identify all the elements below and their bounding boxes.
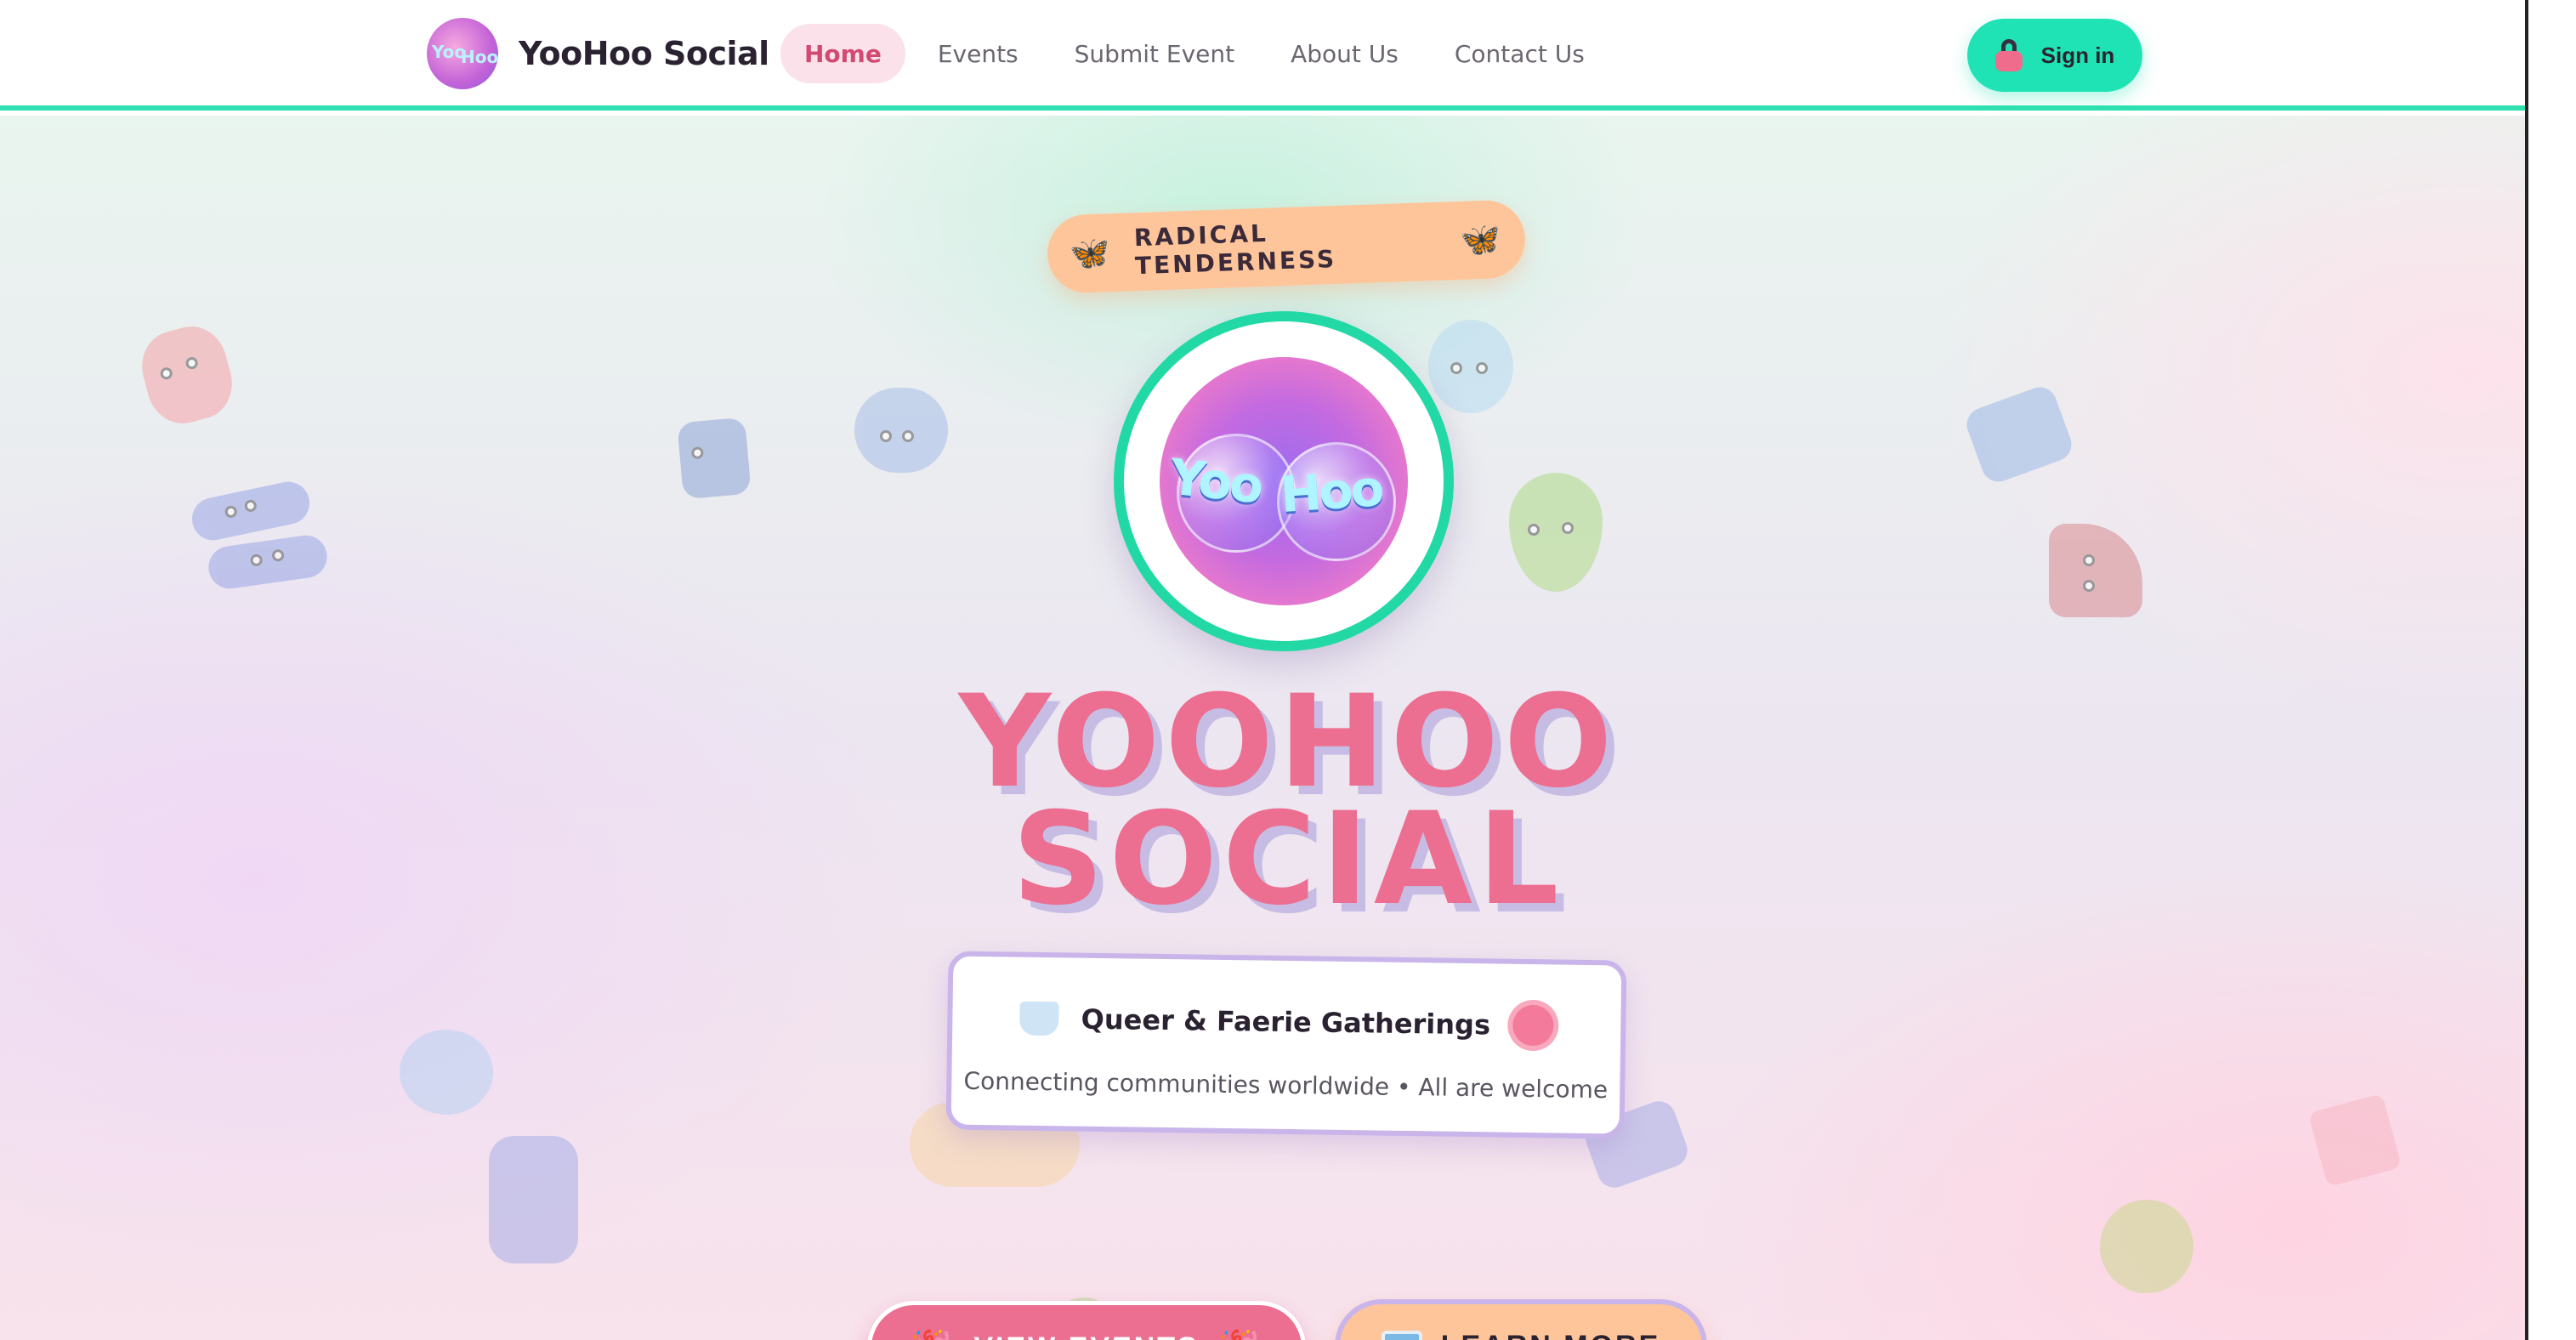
bone-critter-icon bbox=[1961, 382, 2077, 487]
hero-logo-orb: Yoo Hoo bbox=[1160, 357, 1408, 605]
moon-cloud-critter-icon bbox=[400, 1030, 493, 1115]
clover-critter-icon bbox=[2100, 1200, 2193, 1293]
number-three-critter-icon bbox=[489, 1136, 578, 1263]
hero-logo-text-1: Yoo bbox=[1166, 447, 1264, 515]
nav-submit-event[interactable]: Submit Event bbox=[1051, 24, 1258, 83]
tag-label: RADICAL TENDERNESS bbox=[1133, 219, 1337, 281]
nav-contact-us[interactable]: Contact Us bbox=[1431, 24, 1609, 83]
signin-label: Sign in bbox=[2040, 42, 2115, 68]
scrollbar[interactable] bbox=[2525, 0, 2576, 1340]
hero-logo-text-2: Hoo bbox=[1278, 458, 1384, 525]
view-events-button[interactable]: 🎉 VIEW EVENTS 🎉 bbox=[867, 1301, 1306, 1340]
worm-critter-icon bbox=[188, 477, 314, 545]
lock-icon bbox=[1994, 39, 2023, 71]
teacup-icon bbox=[1019, 1001, 1059, 1036]
tagline-card: Queer & Faerie Gatherings Connecting com… bbox=[945, 951, 1627, 1139]
leaf-critter-icon bbox=[1509, 473, 1603, 592]
party-popper-icon: 🎉 bbox=[1218, 1328, 1263, 1340]
brand-logo-text-2: Hoo bbox=[461, 47, 498, 67]
worm-critter-icon bbox=[206, 532, 330, 592]
hero-section: 🦋 RADICAL TENDERNESS 🦋 Yoo Hoo YOOHOO SO… bbox=[0, 116, 2525, 1340]
nav-about-us[interactable]: About Us bbox=[1267, 24, 1422, 83]
brand-logo: Yoo Hoo bbox=[427, 18, 498, 89]
party-popper-icon: 🎉 bbox=[911, 1328, 956, 1340]
signin-button[interactable]: Sign in bbox=[1967, 19, 2142, 92]
book-icon bbox=[1381, 1331, 1422, 1340]
hero-logo: Yoo Hoo bbox=[1114, 311, 1454, 651]
radical-tenderness-tag: 🦋 RADICAL TENDERNESS 🦋 bbox=[1046, 199, 1527, 294]
book-critter-icon bbox=[2307, 1093, 2403, 1188]
hero-title-line-2: SOCIAL bbox=[1012, 786, 1564, 934]
view-events-label: VIEW EVENTS bbox=[973, 1331, 1199, 1340]
flower-icon bbox=[1512, 1004, 1554, 1047]
nav-home[interactable]: Home bbox=[780, 24, 905, 83]
brand[interactable]: Yoo Hoo YooHoo Social bbox=[427, 17, 769, 90]
brand-name: YooHoo Social bbox=[519, 35, 769, 72]
watermelon-critter-icon bbox=[2049, 524, 2142, 617]
question-critter-icon bbox=[854, 388, 948, 473]
learn-more-button[interactable]: LEARN MORE bbox=[1335, 1299, 1707, 1340]
tagline-card-subtitle: Connecting communities worldwide • All a… bbox=[963, 1066, 1609, 1104]
tagline-card-header: Queer & Faerie Gatherings bbox=[952, 997, 1621, 1048]
strawberry-critter-icon bbox=[133, 318, 241, 432]
teapot-critter-icon bbox=[1428, 320, 1513, 413]
butterfly-icon: 🦋 bbox=[1459, 219, 1504, 259]
butterfly-icon: 🦋 bbox=[1069, 233, 1114, 273]
learn-more-label: LEARN MORE bbox=[1441, 1330, 1661, 1340]
top-navbar: Yoo Hoo YooHoo Social Home Events Submit… bbox=[0, 0, 2525, 111]
tagline-card-title: Queer & Faerie Gatherings bbox=[1081, 1002, 1491, 1042]
main-nav: Home Events Submit Event About Us Contac… bbox=[780, 24, 1617, 83]
letter-t-critter-icon bbox=[677, 417, 752, 500]
nav-events[interactable]: Events bbox=[914, 24, 1042, 83]
